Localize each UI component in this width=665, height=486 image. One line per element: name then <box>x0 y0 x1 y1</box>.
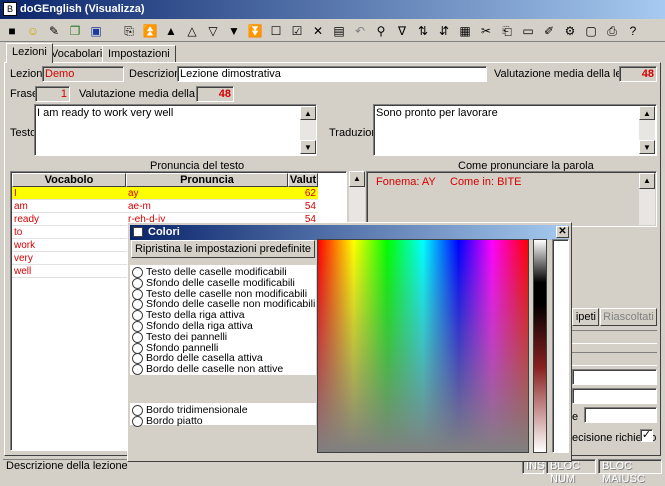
description-field[interactable]: Lezione dimostrativa <box>177 66 487 82</box>
col-header-pron[interactable]: Pronuncia <box>126 173 288 187</box>
tab-lezioni[interactable]: Lezioni <box>6 43 53 63</box>
first-icon[interactable]: ⏫ <box>141 22 159 40</box>
text-scrollbar[interactable]: ▲ ▼ <box>300 106 316 154</box>
next-page-icon[interactable]: ▼ <box>225 22 243 40</box>
repeat-button[interactable]: ipeti <box>572 308 599 326</box>
border-option-label[interactable]: Bordo piatto <box>146 415 203 427</box>
settings-icon[interactable]: ⚙ <box>561 22 579 40</box>
insert-icon[interactable]: ⎘ <box>120 22 138 40</box>
color-option-radio[interactable] <box>132 288 143 300</box>
color-preview <box>552 239 569 453</box>
scroll-down-icon[interactable]: ▼ <box>639 140 655 154</box>
scroll-down-icon[interactable]: ▼ <box>300 140 316 154</box>
delete-icon[interactable]: ✕ <box>309 22 327 40</box>
find-icon[interactable]: ⚲ <box>372 22 390 40</box>
last-icon[interactable]: ⏬ <box>246 22 264 40</box>
side-field-2[interactable] <box>572 388 657 404</box>
write-icon[interactable]: ✎ <box>45 22 63 40</box>
tab-impostazioni[interactable]: Impostazioni <box>102 45 176 62</box>
color-option-label[interactable]: Bordo delle caselle non attive <box>146 363 283 375</box>
copy-icon[interactable]: ⎗ <box>498 22 516 40</box>
colors-dialog: Colori ✕ Ripristina le impostazioni pred… <box>127 222 572 462</box>
smiley-icon[interactable]: ☺ <box>24 22 42 40</box>
text-value: I am ready to work very well <box>37 107 174 119</box>
lesson-field[interactable]: Demo <box>42 66 124 82</box>
stop-icon[interactable]: ■ <box>3 22 21 40</box>
color-option-radio[interactable] <box>132 331 143 343</box>
prev-icon[interactable]: △ <box>183 22 201 40</box>
listen-button-label: Riascoltati <box>603 311 654 323</box>
save-icon[interactable]: ▤ <box>330 22 348 40</box>
window-title: doGEnglish (Visualizza) <box>20 3 145 15</box>
col-header-score[interactable]: Valut <box>288 173 318 187</box>
new-record-icon[interactable]: ☐ <box>267 22 285 40</box>
slider-track-2[interactable] <box>572 352 657 366</box>
print-icon[interactable]: ⎙ <box>603 22 621 40</box>
scroll-up-icon[interactable]: ▲ <box>639 106 655 120</box>
scroll-up-icon[interactable]: ▲ <box>639 173 655 189</box>
side-label-e: e <box>572 411 579 423</box>
howto-scrollbar[interactable]: ▲ <box>639 173 655 225</box>
border-option-radio[interactable] <box>132 416 143 427</box>
color-option-radio[interactable] <box>132 267 143 278</box>
prev-page-icon[interactable]: ▲ <box>162 22 180 40</box>
slider-track-1[interactable] <box>572 330 657 344</box>
edit-record-icon[interactable]: ☑ <box>288 22 306 40</box>
col-header-word[interactable]: Vocabolo <box>12 173 126 187</box>
dialog-title-bar: Colori <box>130 225 569 240</box>
phoneme-label: Fonema: AY <box>376 176 436 188</box>
translation-area[interactable]: Sono pronto per lavorare <box>373 104 657 156</box>
print-preview-icon[interactable]: ▢ <box>582 22 600 40</box>
example-label: Come in: BITE <box>450 176 522 188</box>
app-icon: B <box>3 2 17 16</box>
reset-defaults-label: Ripristina le impostazioni predefinite <box>134 243 312 255</box>
color-option-radio[interactable] <box>132 277 143 289</box>
sentence-field[interactable]: 1 <box>35 86 70 102</box>
toolbar: ■ ☺ ✎ ❐ ▣ ⎘ ⏫ ▲ △ ▽ ▼ ⏬ ☐ ☑ ✕ ▤ ↶ ⚲ ∇ ⇅ … <box>0 20 665 42</box>
pin-icon[interactable]: ✐ <box>540 22 558 40</box>
side-field-1[interactable] <box>572 369 657 385</box>
tab-vocabolario-label: Vocabolario <box>51 48 109 60</box>
border-option-radio[interactable] <box>132 405 143 416</box>
paste-icon[interactable]: ▭ <box>519 22 537 40</box>
undo-icon[interactable]: ↶ <box>351 22 369 40</box>
color-spectrum[interactable] <box>317 239 529 453</box>
sentence-label: Frase <box>10 88 39 100</box>
precision-checkbox[interactable]: ✓ <box>640 429 653 442</box>
cut-icon[interactable]: ✂ <box>477 22 495 40</box>
screen-icon[interactable]: ▣ <box>87 22 105 40</box>
dialog-icon <box>133 227 143 237</box>
color-option-radio[interactable] <box>132 342 143 354</box>
reset-defaults-button[interactable]: Ripristina le impostazioni predefinite <box>131 240 315 258</box>
sort-desc-icon[interactable]: ⇵ <box>435 22 453 40</box>
table-icon[interactable]: ▦ <box>456 22 474 40</box>
color-option-radio[interactable] <box>132 321 143 332</box>
scroll-up-icon[interactable]: ▲ <box>300 106 316 120</box>
side-field-3[interactable] <box>584 407 657 423</box>
next-icon[interactable]: ▽ <box>204 22 222 40</box>
lesson-avg-field: 48 <box>619 66 657 82</box>
tab-impostazioni-label: Impostazioni <box>108 48 170 60</box>
repeat-button-label: ipeti <box>575 311 596 323</box>
status-caps: BLOC MAIUSC <box>598 459 662 485</box>
listen-button[interactable]: Riascoltati <box>600 308 657 326</box>
title-bar: doGEnglish (Visualizza) <box>0 0 665 19</box>
sort-asc-icon[interactable]: ⇅ <box>414 22 432 40</box>
translation-value: Sono pronto per lavorare <box>376 107 498 119</box>
translation-scrollbar[interactable]: ▲ ▼ <box>639 106 655 154</box>
sentence-avg-field: 48 <box>196 86 234 102</box>
luminance-bar[interactable] <box>533 239 547 453</box>
text-label: Testo <box>10 127 37 139</box>
filter-icon[interactable]: ∇ <box>393 22 411 40</box>
help-icon[interactable]: ? <box>624 22 642 40</box>
text-area[interactable]: I am ready to work very well <box>34 104 317 156</box>
close-icon[interactable]: ✕ <box>556 226 569 238</box>
dialog-title: Colori <box>148 226 180 238</box>
tab-lezioni-label: Lezioni <box>12 46 47 58</box>
copy-pages-icon[interactable]: ❐ <box>66 22 84 40</box>
scroll-up-icon[interactable]: ▲ <box>349 171 365 187</box>
